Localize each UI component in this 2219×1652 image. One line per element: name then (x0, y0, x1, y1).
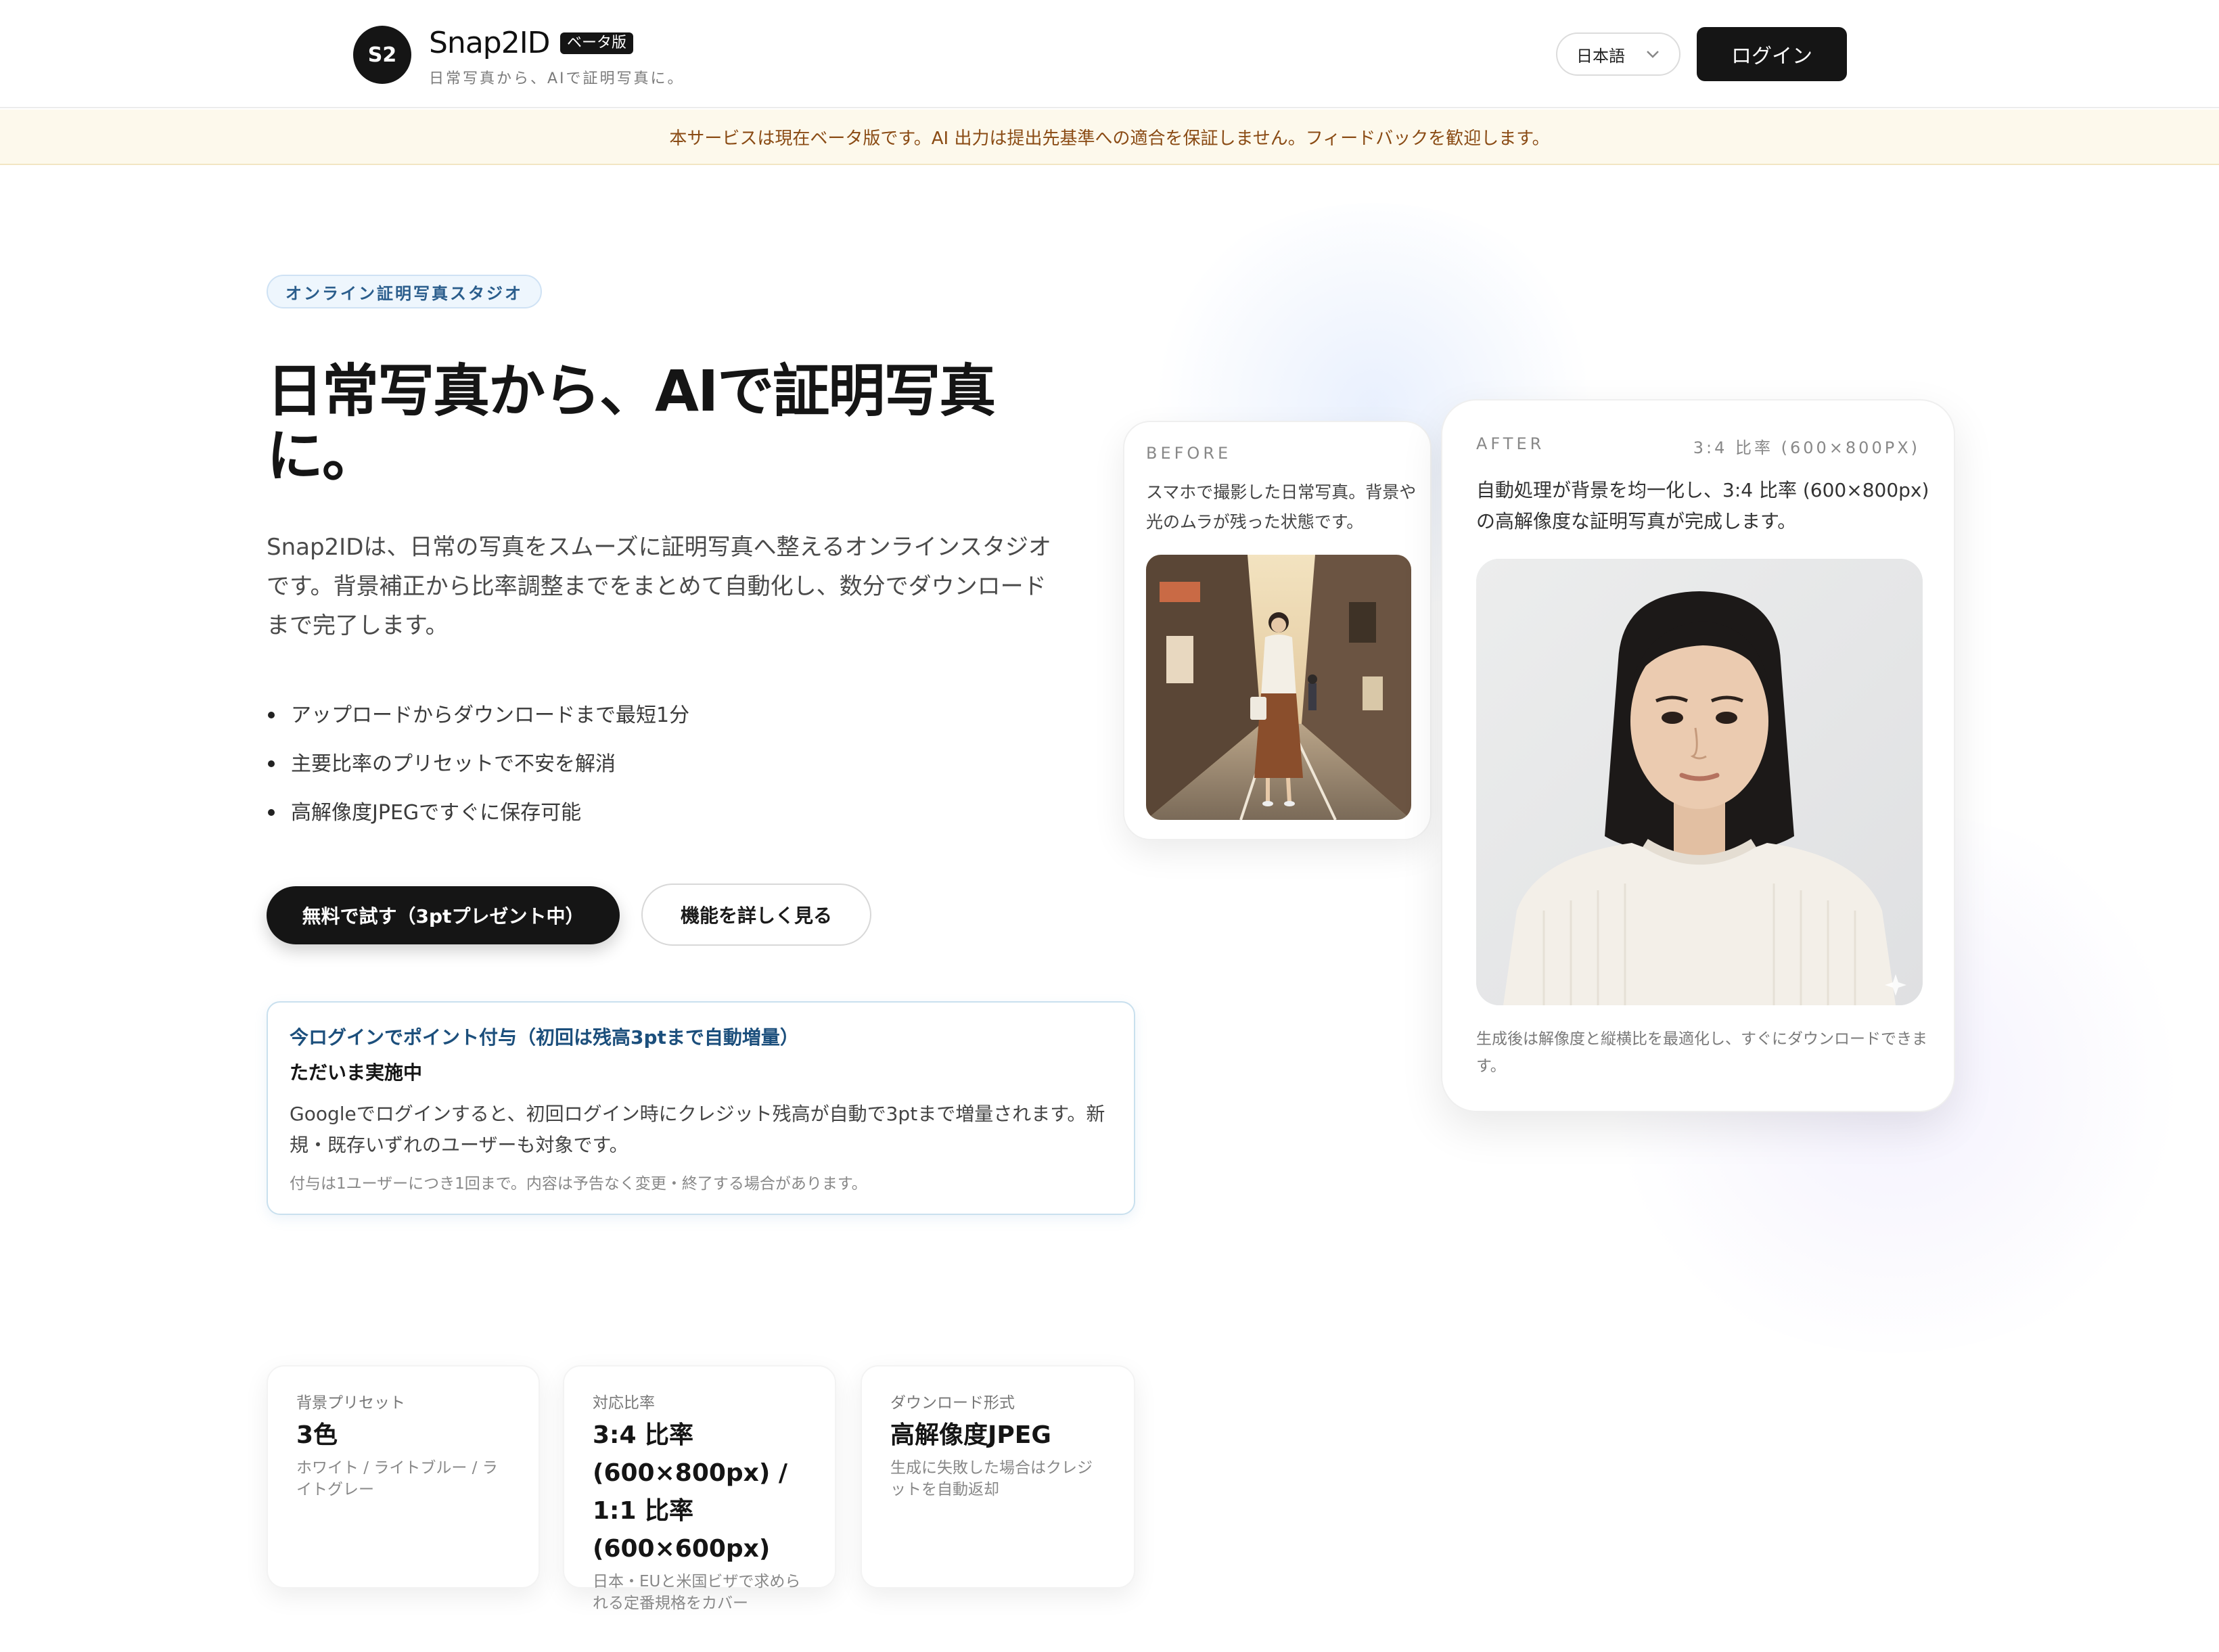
bullet-item: 高解像度JPEGですぐに保存可能 (267, 794, 689, 843)
learn-more-button[interactable]: 機能を詳しく見る (641, 884, 871, 946)
stat-card-ratio: 対応比率 3:4 比率 (600×800px) / 1:1 比率 (600×60… (563, 1365, 836, 1612)
after-ratio-label: 3:4 比率 (600×800PX) (1693, 438, 1920, 457)
stat-value: 3:4 比率 (600×800px) / 1:1 比率 (600×600px) (593, 1421, 788, 1563)
after-card: AFTER 3:4 比率 (600×800PX) 自動処理が背景を均一化し、3:… (1441, 399, 1955, 1112)
logo-mark[interactable]: S2 (353, 26, 411, 84)
hero-description: Snap2IDは、日常の写真をスムーズに証明写真へ整えるオンラインスタジオです。… (267, 534, 1051, 639)
stat-label: 背景プリセット (296, 1394, 405, 1412)
brand-tagline: 日常写真から、AIで証明写真に。 (429, 70, 685, 87)
eyebrow-badge: オンライン証明写真スタジオ (267, 275, 542, 308)
before-photo (1146, 555, 1411, 820)
stat-label: 対応比率 (593, 1394, 655, 1412)
promo-body: Googleでログインすると、初回ログイン時にクレジット残高が自動で3ptまで増… (290, 1103, 1105, 1156)
banner-text: 本サービスは現在ベータ版です。AI 出力は提出先基準への適合を保証しません。フィ… (669, 128, 1550, 149)
brand-name[interactable]: Snap2ID (429, 26, 551, 60)
feature-bullets: アップロードからダウンロードまで最短1分 主要比率のプリセットで不安を解消 高解… (267, 697, 689, 843)
beta-notice-banner: 本サービスは現在ベータ版です。AI 出力は提出先基準への適合を保証しません。フィ… (0, 110, 2219, 165)
bullet-item: 主要比率のプリセットで不安を解消 (267, 745, 689, 794)
promo-card: 今ログインでポイント付与（初回は残高3ptまで自動増量） ただいま実施中 Goo… (267, 1001, 1135, 1215)
language-value: 日本語 (1576, 46, 1625, 66)
street-photo-image (1146, 555, 1411, 820)
stat-card-background: 背景プリセット 3色 ホワイト / ライトブルー / ライトグレー (267, 1365, 540, 1588)
after-label: AFTER (1476, 434, 1545, 453)
before-card: BEFORE スマホで撮影した日常写真。背景や光のムラが残った状態です。 (1123, 421, 1432, 840)
chevron-down-icon (1647, 51, 1659, 58)
stat-note: ホワイト / ライトブルー / ライトグレー (296, 1459, 498, 1498)
stat-value: 高解像度JPEG (890, 1421, 1051, 1449)
promo-subtitle: ただいま実施中 (290, 1061, 423, 1084)
hero-title: 日常写真から、AIで証明写真に。 (267, 358, 996, 489)
promo-title: 今ログインでポイント付与（初回は残高3ptまで自動増量） (290, 1026, 799, 1049)
before-label: BEFORE (1146, 444, 1232, 463)
try-free-button[interactable]: 無料で試す（3ptプレゼント中） (267, 886, 620, 944)
id-portrait-image (1476, 559, 1923, 1005)
stat-card-format: ダウンロード形式 高解像度JPEG 生成に失敗した場合はクレジットを自動返却 (861, 1365, 1135, 1588)
language-select[interactable]: 日本語 (1556, 32, 1680, 76)
stat-note: 日本・EUと米国ビザで求められる定番規格をカバー (593, 1573, 801, 1612)
login-button[interactable]: ログイン (1697, 27, 1847, 81)
after-footnote: 生成後は解像度と縦横比を最適化し、すぐにダウンロードできます。 (1476, 1030, 1927, 1075)
before-description: スマホで撮影した日常写真。背景や光のムラが残った状態です。 (1146, 482, 1417, 532)
stat-note: 生成に失敗した場合はクレジットを自動返却 (890, 1459, 1093, 1498)
stat-value: 3色 (296, 1421, 338, 1449)
after-description: 自動処理が背景を均一化し、3:4 比率 (600×800px) の高解像度な証明… (1476, 479, 1929, 532)
beta-badge: ベータ版 (560, 32, 634, 54)
bullet-item: アップロードからダウンロードまで最短1分 (267, 697, 689, 745)
stat-label: ダウンロード形式 (890, 1394, 1015, 1412)
promo-note: 付与は1ユーザーにつき1回まで。内容は予告なく変更・終了する場合があります。 (290, 1175, 867, 1193)
after-photo (1476, 559, 1923, 1005)
site-header: S2 Snap2ID ベータ版 日常写真から、AIで証明写真に。 日本語 ログイ… (0, 0, 2219, 108)
